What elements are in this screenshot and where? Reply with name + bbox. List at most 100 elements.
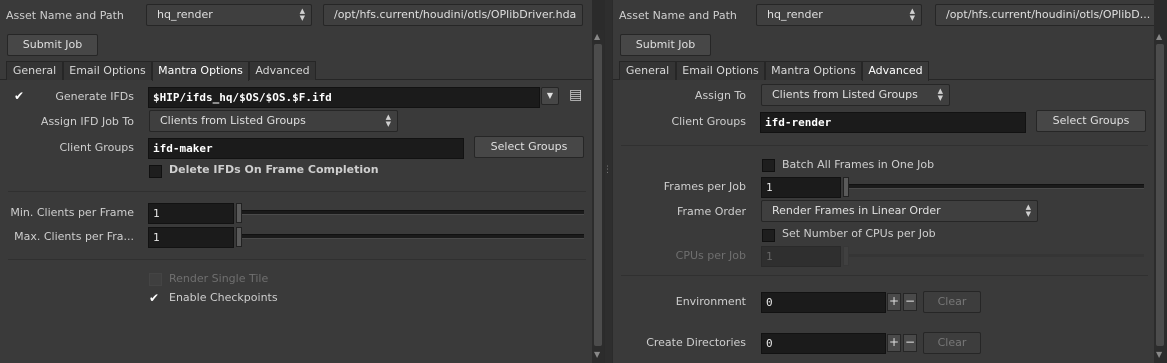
submit-job-button[interactable]: Submit Job	[620, 34, 711, 56]
enable-checkpoints-label: Enable Checkpoints	[169, 291, 278, 304]
separator	[621, 145, 1148, 146]
environment-input[interactable]: 0	[761, 292, 886, 313]
cpus-per-job-label: CPUs per Job	[675, 249, 746, 262]
asset-path-value: /opt/hfs.current/houdini/otls/OPlibDrive…	[334, 8, 577, 21]
left-vertical-scrollbar[interactable]: ▲ ▼	[592, 30, 604, 363]
cpus-per-job-slider-handle[interactable]	[843, 246, 849, 266]
updown-arrows-icon: ▲ ▼	[909, 7, 915, 22]
render-single-tile-checkbox[interactable]	[149, 273, 162, 286]
cpus-per-job-input[interactable]: 1	[761, 246, 841, 267]
asset-path-value: /opt/hfs.current/houdini/otls/OPlibD...	[946, 8, 1151, 21]
generate-ifds-label: Generate IFDs	[55, 90, 134, 103]
generate-ifds-input[interactable]: $HIP/ifds_hq/$OS/$OS.$F.ifd	[148, 87, 540, 108]
tab-underline-left	[613, 79, 619, 80]
frames-per-job-label: Frames per Job	[663, 180, 746, 193]
tab-underline	[316, 79, 592, 80]
create-directories-add-button[interactable]: +	[887, 334, 901, 352]
updown-arrows-icon: ▲ ▼	[299, 7, 305, 22]
enable-checkpoints-check-icon[interactable]: ✔	[149, 292, 159, 304]
tab-advanced[interactable]: Advanced	[249, 61, 316, 80]
create-directories-clear-button[interactable]: Clear	[923, 332, 981, 354]
frames-per-job-slider-handle[interactable]	[843, 177, 849, 197]
environment-clear-button[interactable]: Clear	[923, 291, 981, 313]
select-groups-button[interactable]: Select Groups	[1036, 110, 1146, 132]
tab-underline-left	[0, 79, 6, 80]
client-groups-input[interactable]: ifd-maker	[148, 138, 464, 159]
right-parameter-panel: Asset Name and Path hq_render ▲ ▼ /opt/hf…	[613, 0, 1154, 363]
client-groups-label: Client Groups	[671, 115, 746, 128]
create-directories-label: Create Directories	[646, 336, 746, 349]
right-scrollbar-thumb[interactable]	[1156, 44, 1164, 346]
select-groups-button[interactable]: Select Groups	[474, 136, 584, 158]
asset-name-label: Asset Name and Path	[6, 9, 124, 22]
min-clients-label: Min. Clients per Frame	[10, 206, 134, 219]
max-clients-label: Max. Clients per Fra...	[14, 230, 134, 243]
scroll-up-icon[interactable]: ▲	[594, 32, 600, 41]
client-groups-label: Client Groups	[59, 141, 134, 154]
tab-advanced[interactable]: Advanced	[862, 61, 929, 81]
assign-to-label: Assign To	[694, 89, 746, 102]
tab-mantra-options[interactable]: Mantra Options	[152, 61, 249, 81]
tab-general[interactable]: General	[6, 61, 63, 80]
assign-ifd-job-menu[interactable]: Clients from Listed Groups ▲ ▼	[149, 110, 398, 132]
environment-label: Environment	[675, 295, 746, 308]
scroll-down-icon[interactable]: ▼	[1156, 350, 1162, 359]
tab-mantra-options[interactable]: Mantra Options	[765, 61, 862, 80]
cpus-per-job-slider[interactable]	[847, 253, 1144, 258]
asset-name-menu[interactable]: hq_render ▲ ▼	[146, 4, 312, 26]
batch-all-frames-checkbox[interactable]	[762, 159, 775, 172]
max-clients-slider[interactable]	[240, 234, 584, 239]
tab-underline	[929, 79, 1154, 80]
min-clients-slider-handle[interactable]	[236, 203, 242, 223]
set-cpus-label: Set Number of CPUs per Job	[782, 227, 936, 240]
delete-ifds-checkbox[interactable]	[149, 165, 162, 178]
render-single-tile-label: Render Single Tile	[169, 272, 269, 285]
left-parameter-panel: Asset Name and Path hq_render ▲ ▼ /opt/hf…	[0, 0, 592, 363]
generate-ifds-history-dropdown[interactable]: ▼	[541, 87, 559, 105]
assign-ifd-job-label: Assign IFD Job To	[40, 115, 134, 128]
tab-email-options[interactable]: Email Options	[676, 61, 765, 80]
pane-splitter[interactable]: ⋮⋮	[603, 0, 618, 363]
asset-name-value: hq_render	[157, 8, 213, 21]
frame-order-menu[interactable]: Render Frames in Linear Order ▲ ▼	[761, 200, 1038, 222]
updown-arrows-icon: ▲ ▼	[937, 87, 943, 102]
max-clients-input[interactable]: 1	[148, 227, 234, 248]
environment-remove-button[interactable]: −	[903, 293, 917, 311]
assign-ifd-job-value: Clients from Listed Groups	[160, 114, 306, 127]
assign-to-menu[interactable]: Clients from Listed Groups ▲ ▼	[761, 84, 950, 106]
set-cpus-checkbox[interactable]	[762, 229, 775, 242]
scroll-up-icon[interactable]: ▲	[1156, 32, 1162, 41]
updown-arrows-icon: ▲ ▼	[1025, 203, 1031, 218]
separator	[621, 275, 1148, 276]
left-scrollbar-thumb[interactable]	[594, 44, 602, 346]
dropdown-icon: ▼	[546, 91, 554, 100]
asset-path-menu[interactable]: /opt/hfs.current/houdini/otls/OPlibD...	[935, 4, 1154, 26]
frame-order-label: Frame Order	[676, 205, 746, 218]
asset-name-menu[interactable]: hq_render ▲ ▼	[756, 4, 922, 26]
delete-ifds-label: Delete IFDs On Frame Completion	[169, 163, 379, 176]
create-directories-remove-button[interactable]: −	[903, 334, 917, 352]
tab-email-options[interactable]: Email Options	[63, 61, 152, 80]
file-chooser-icon[interactable]: ▤	[569, 87, 582, 103]
asset-path-menu[interactable]: /opt/hfs.current/houdini/otls/OPlibDrive…	[323, 4, 583, 26]
separator	[8, 191, 586, 192]
updown-arrows-icon: ▲ ▼	[385, 113, 391, 128]
submit-job-button[interactable]: Submit Job	[7, 34, 98, 56]
right-vertical-scrollbar[interactable]: ▲ ▼	[1154, 30, 1166, 363]
environment-add-button[interactable]: +	[887, 293, 901, 311]
create-directories-input[interactable]: 0	[761, 333, 886, 354]
min-clients-input[interactable]: 1	[148, 203, 234, 224]
generate-ifds-toggle-check-icon[interactable]: ✔	[14, 90, 24, 102]
asset-name-value: hq_render	[767, 8, 823, 21]
client-groups-input[interactable]: ifd-render	[760, 112, 1026, 133]
frames-per-job-input[interactable]: 1	[761, 177, 841, 198]
frames-per-job-slider[interactable]	[847, 184, 1144, 189]
scroll-down-icon[interactable]: ▼	[594, 350, 600, 359]
separator	[8, 259, 586, 260]
min-clients-slider[interactable]	[240, 210, 584, 215]
max-clients-slider-handle[interactable]	[236, 227, 242, 247]
asset-name-label: Asset Name and Path	[619, 9, 737, 22]
batch-all-frames-label: Batch All Frames in One Job	[782, 158, 935, 171]
assign-to-value: Clients from Listed Groups	[772, 88, 918, 101]
tab-general[interactable]: General	[619, 61, 676, 80]
